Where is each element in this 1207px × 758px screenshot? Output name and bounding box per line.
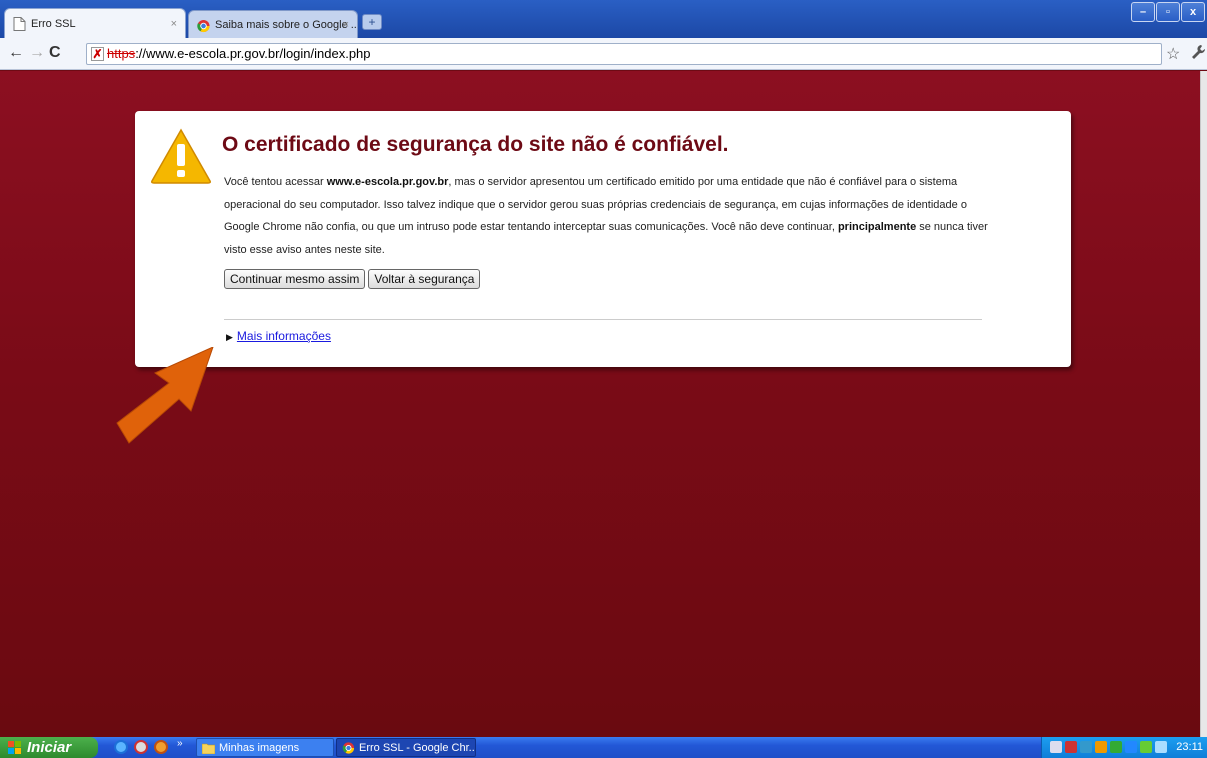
- new-tab-button[interactable]: +: [362, 14, 382, 30]
- tab-close-icon[interactable]: ×: [171, 9, 177, 38]
- action-buttons: Continuar mesmo assim Voltar à segurança: [224, 269, 483, 291]
- tab-close-icon[interactable]: ×: [343, 11, 349, 38]
- page-content: O certificado de segurança do site não é…: [0, 71, 1200, 737]
- error-emphasis: principalmente: [837, 221, 917, 233]
- back-button[interactable]: ←: [8, 44, 24, 62]
- system-tray: 23:11: [1041, 737, 1207, 758]
- update-icon[interactable]: [1095, 741, 1107, 753]
- ssl-error-icon: ✗: [91, 47, 104, 61]
- vertical-scrollbar[interactable]: [1200, 71, 1207, 737]
- clock: 23:11: [1176, 741, 1203, 753]
- chrome-icon: [197, 19, 210, 33]
- chrome-icon: [342, 742, 355, 754]
- browser-toolbar: ← → C ✗ https://www.e-escola.pr.gov.br/l…: [0, 38, 1207, 70]
- url-path: ://www.e-escola.pr.gov.br/login/index.ph…: [135, 46, 371, 61]
- windows-taskbar: Iniciar » Minhas imagens Erro SSL - Goog…: [0, 737, 1207, 758]
- internet-explorer-icon[interactable]: [114, 740, 128, 754]
- antivirus-icon[interactable]: [1065, 741, 1077, 753]
- taskbar-item-label: Minhas imagens: [219, 742, 300, 754]
- error-description: Você tentou acessar www.e-escola.pr.gov.…: [224, 171, 994, 261]
- url-scheme: https: [107, 46, 136, 61]
- browser-tab-strip: Erro SSL × Saiba mais sobre o Google ...…: [0, 0, 1207, 38]
- divider: [224, 319, 982, 320]
- ssl-error-card: O certificado de segurança do site não é…: [135, 111, 1071, 367]
- tab-title: Saiba mais sobre o Google ...: [215, 19, 358, 31]
- display-icon[interactable]: [1155, 741, 1167, 753]
- taskbar-item-minhas-imagens[interactable]: Minhas imagens: [196, 738, 334, 757]
- annotation-arrow-icon: [116, 347, 214, 444]
- restore-button[interactable]: ▫: [1156, 2, 1180, 22]
- page-icon: [13, 17, 26, 31]
- more-info-link[interactable]: Mais informações: [237, 329, 331, 343]
- windows-logo-icon: [8, 741, 21, 754]
- start-button[interactable]: Iniciar: [0, 737, 98, 758]
- tab-saiba-mais[interactable]: Saiba mais sobre o Google ... ×: [188, 10, 358, 38]
- error-text: Você tentou acessar: [224, 176, 327, 188]
- firefox-icon[interactable]: [154, 740, 168, 754]
- wrench-icon[interactable]: [1190, 44, 1206, 62]
- expand-arrow-icon: ▶: [226, 332, 233, 342]
- network-icon[interactable]: [1050, 741, 1062, 753]
- bluetooth-icon[interactable]: [1125, 741, 1137, 753]
- error-host: www.e-escola.pr.gov.br: [326, 176, 449, 188]
- messenger-icon[interactable]: [1080, 741, 1092, 753]
- error-title: O certificado de segurança do site não é…: [222, 133, 729, 156]
- minimize-button[interactable]: –: [1131, 2, 1155, 22]
- warning-icon: [151, 128, 211, 184]
- chrome-icon[interactable]: [134, 740, 148, 754]
- forward-button[interactable]: →: [29, 44, 45, 62]
- more-info-toggle[interactable]: ▶ Mais informações: [226, 329, 331, 343]
- tab-erro-ssl[interactable]: Erro SSL ×: [4, 8, 186, 38]
- quick-launch-more[interactable]: »: [177, 738, 183, 749]
- taskbar-item-label: Erro SSL - Google Chr...: [359, 742, 476, 754]
- folder-icon: [202, 743, 215, 754]
- bookmark-star-icon[interactable]: ☆: [1166, 44, 1180, 64]
- tab-title: Erro SSL: [31, 18, 76, 30]
- security-icon[interactable]: [1110, 741, 1122, 753]
- taskbar-item-chrome[interactable]: Erro SSL - Google Chr...: [336, 738, 476, 757]
- close-window-button[interactable]: x: [1181, 2, 1205, 22]
- proceed-anyway-button[interactable]: Continuar mesmo assim: [224, 269, 366, 289]
- address-bar[interactable]: ✗ https://www.e-escola.pr.gov.br/login/i…: [86, 43, 1162, 65]
- reload-button[interactable]: C: [49, 44, 61, 62]
- back-to-safety-button[interactable]: Voltar à segurança: [368, 269, 481, 289]
- start-label: Iniciar: [27, 739, 72, 756]
- safely-remove-icon[interactable]: [1140, 741, 1152, 753]
